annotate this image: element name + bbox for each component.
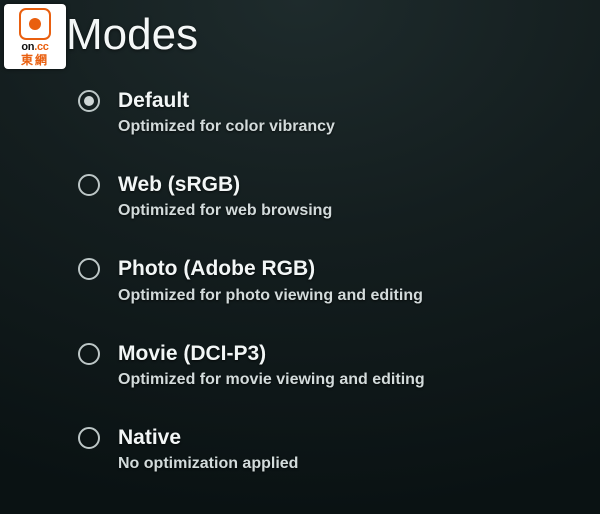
option-desc: No optimization applied — [118, 455, 580, 473]
option-text: Web (sRGB) Optimized for web browsing — [118, 172, 580, 220]
option-label: Default — [118, 88, 580, 113]
radio-icon — [78, 258, 100, 280]
modes-settings-screen: on.cc 東網 Modes Default Optimized for col… — [0, 0, 600, 514]
option-desc: Optimized for photo viewing and editing — [118, 287, 580, 305]
page-title: Modes — [66, 10, 580, 60]
radio-icon — [78, 174, 100, 196]
option-text: Photo (Adobe RGB) Optimized for photo vi… — [118, 256, 580, 304]
mode-options-list: Default Optimized for color vibrancy Web… — [60, 88, 580, 473]
mode-option-photo[interactable]: Photo (Adobe RGB) Optimized for photo vi… — [78, 256, 580, 304]
watermark-brand-cn: 東網 — [6, 54, 64, 66]
mode-option-native[interactable]: Native No optimization applied — [78, 425, 580, 473]
mode-option-movie[interactable]: Movie (DCI-P3) Optimized for movie viewi… — [78, 341, 580, 389]
mode-option-web[interactable]: Web (sRGB) Optimized for web browsing — [78, 172, 580, 220]
source-watermark: on.cc 東網 — [4, 4, 66, 69]
option-label: Native — [118, 425, 580, 450]
option-desc: Optimized for movie viewing and editing — [118, 371, 580, 389]
option-desc: Optimized for color vibrancy — [118, 118, 580, 136]
watermark-logo-dot-icon — [29, 18, 41, 30]
watermark-brand-text: on.cc — [6, 42, 64, 53]
radio-icon — [78, 427, 100, 449]
radio-icon — [78, 90, 100, 112]
option-label: Movie (DCI-P3) — [118, 341, 580, 366]
option-label: Web (sRGB) — [118, 172, 580, 197]
mode-option-default[interactable]: Default Optimized for color vibrancy — [78, 88, 580, 136]
option-label: Photo (Adobe RGB) — [118, 256, 580, 281]
option-desc: Optimized for web browsing — [118, 202, 580, 220]
option-text: Movie (DCI-P3) Optimized for movie viewi… — [118, 341, 580, 389]
option-text: Default Optimized for color vibrancy — [118, 88, 580, 136]
watermark-logo-icon — [19, 8, 51, 40]
radio-icon — [78, 343, 100, 365]
option-text: Native No optimization applied — [118, 425, 580, 473]
